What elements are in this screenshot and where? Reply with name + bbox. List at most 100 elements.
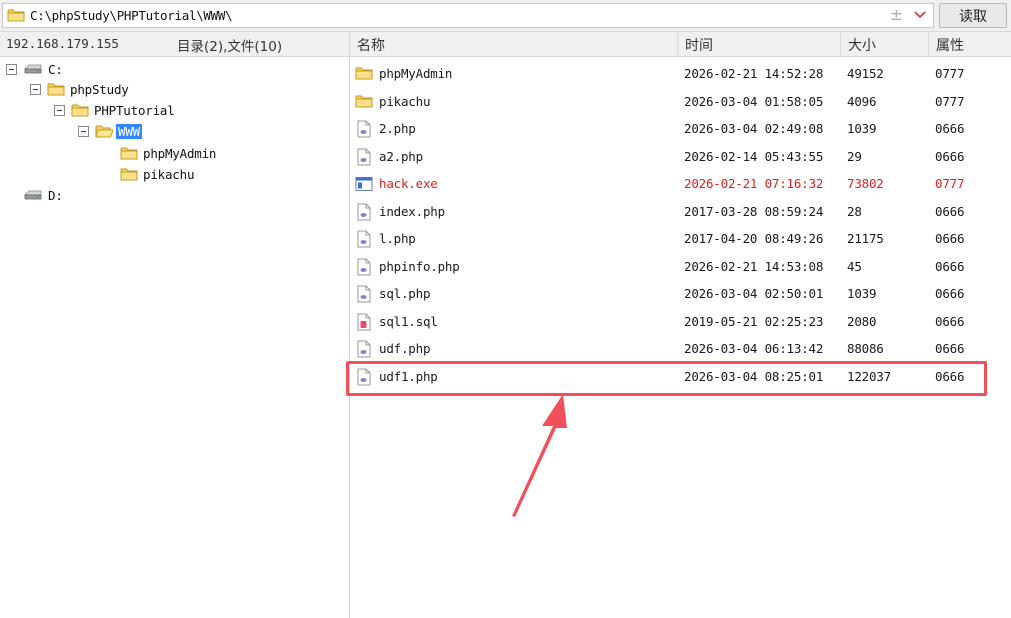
plus-minus-icon[interactable]: ± <box>890 6 903 24</box>
php-file-icon <box>357 203 371 220</box>
file-name: pikachu <box>379 94 431 109</box>
file-attr: 0666 <box>935 259 965 274</box>
file-time: 2026-02-21 14:52:28 <box>684 66 824 81</box>
tree-label: pikachu <box>143 166 195 182</box>
file-row[interactable]: a2.php 2026-02-14 05:43:55 29 0666 <box>350 143 1011 170</box>
tree-node-drive-c[interactable]: C: <box>6 59 63 79</box>
file-name-cell: l.php <box>355 225 416 252</box>
file-name-cell: sql1.sql <box>355 308 438 335</box>
tree-label: PHPTutorial <box>94 102 175 118</box>
file-row[interactable]: phpinfo.php 2026-02-21 14:53:08 45 0666 <box>350 253 1011 280</box>
folder-icon <box>355 95 373 108</box>
tree-label: C: <box>48 61 63 77</box>
file-row[interactable]: index.php 2017-03-28 08:59:24 28 0666 <box>350 198 1011 225</box>
tree-label: D: <box>48 187 63 203</box>
file-time: 2026-03-04 01:58:05 <box>684 94 824 109</box>
file-name-cell: index.php <box>355 198 445 225</box>
tree-node-pikachu[interactable]: pikachu <box>120 164 194 184</box>
file-row[interactable]: l.php 2017-04-20 08:49:26 21175 0666 <box>350 225 1011 252</box>
column-header-time[interactable]: 时间 <box>678 32 841 57</box>
file-time: 2026-02-21 07:16:32 <box>684 176 824 191</box>
file-name-cell: phpinfo.php <box>355 253 460 280</box>
file-name-cell: sql.php <box>355 280 430 307</box>
file-name: index.php <box>379 204 445 219</box>
ip-address: 192.168.179.155 <box>6 36 119 51</box>
php-file-icon <box>357 120 371 137</box>
column-header-name[interactable]: 名称 <box>350 32 678 57</box>
file-attr: 0777 <box>935 176 965 191</box>
file-row[interactable]: 2.php 2026-03-04 02:49:08 1039 0666 <box>350 115 1011 142</box>
file-size: 1039 <box>847 286 877 301</box>
tree-label-selected: WWW <box>116 123 142 139</box>
file-name-cell: hack.exe <box>355 170 438 197</box>
highlight-box <box>346 361 987 396</box>
tree-label: phpStudy <box>70 81 129 97</box>
annotation-arrow <box>512 394 567 517</box>
tree-node-phptutorial[interactable]: PHPTutorial <box>54 100 175 120</box>
file-name: sql.php <box>379 286 431 301</box>
file-size: 2080 <box>847 314 877 329</box>
column-header-size[interactable]: 大小 <box>841 32 929 57</box>
file-time: 2017-03-28 08:59:24 <box>684 204 824 219</box>
path-input[interactable]: C:\phpStudy\PHPTutorial\WWW\ ± <box>2 3 934 28</box>
file-size: 45 <box>847 259 862 274</box>
left-info-bar: 192.168.179.155 目录(2),文件(10) <box>0 32 349 57</box>
file-row[interactable]: sql.php 2026-03-04 02:50:01 1039 0666 <box>350 280 1011 307</box>
file-attr: 0777 <box>935 66 965 81</box>
file-list-header: 名称 时间 大小 属性 <box>350 32 1011 57</box>
file-time: 2026-02-21 14:53:08 <box>684 259 824 274</box>
exe-file-icon <box>355 176 373 191</box>
file-name: udf.php <box>379 341 431 356</box>
collapse-icon[interactable] <box>78 125 89 137</box>
drive-icon <box>24 190 42 200</box>
file-name-cell: a2.php <box>355 143 423 170</box>
file-name: hack.exe <box>379 176 438 191</box>
file-row[interactable]: udf.php 2026-03-04 06:13:42 88086 0666 <box>350 335 1011 362</box>
file-time: 2026-03-04 02:49:08 <box>684 121 824 136</box>
file-row[interactable]: sql1.sql 2019-05-21 02:25:23 2080 0666 <box>350 308 1011 335</box>
file-attr: 0666 <box>935 121 965 136</box>
file-row[interactable]: phpMyAdmin 2026-02-21 14:52:28 49152 0777 <box>350 60 1011 87</box>
collapse-icon[interactable] <box>54 104 65 116</box>
file-attr: 0777 <box>935 94 965 109</box>
open-folder-icon <box>95 125 113 137</box>
file-name: phpinfo.php <box>379 259 460 274</box>
folder-icon <box>71 104 89 116</box>
file-name: sql1.sql <box>379 314 438 329</box>
php-file-icon <box>357 148 371 165</box>
directory-tree: C: phpStudy PHPTutorial WWW phpMyAdmin p… <box>0 57 349 618</box>
file-name-cell: pikachu <box>355 88 430 115</box>
file-attr: 0666 <box>935 231 965 246</box>
file-name-cell: udf.php <box>355 335 430 362</box>
column-header-label: 属性 <box>936 37 964 54</box>
file-size: 49152 <box>847 66 884 81</box>
tree-node-phpmyadmin[interactable]: phpMyAdmin <box>120 143 216 163</box>
column-header-label: 时间 <box>685 37 713 54</box>
file-row[interactable]: hack.exe 2026-02-21 07:16:32 73802 0777 <box>350 170 1011 197</box>
file-time: 2026-03-04 02:50:01 <box>684 286 824 301</box>
chevron-down-icon[interactable] <box>913 8 927 22</box>
file-attr: 0666 <box>935 286 965 301</box>
file-name-cell: phpMyAdmin <box>355 60 452 87</box>
file-size: 88086 <box>847 341 884 356</box>
php-file-icon <box>357 230 371 247</box>
php-file-icon <box>357 258 371 275</box>
file-name-cell: 2.php <box>355 115 416 142</box>
file-size: 28 <box>847 204 862 219</box>
drive-icon <box>24 64 42 74</box>
file-name: phpMyAdmin <box>379 66 453 81</box>
tree-node-drive-d[interactable]: D: <box>23 185 63 205</box>
column-header-label: 大小 <box>848 37 876 54</box>
column-header-attr[interactable]: 属性 <box>929 32 1011 57</box>
collapse-icon[interactable] <box>30 83 41 95</box>
file-row[interactable]: pikachu 2026-03-04 01:58:05 4096 0777 <box>350 88 1011 115</box>
tree-node-phpstudy[interactable]: phpStudy <box>30 79 129 99</box>
read-button[interactable]: 读取 <box>939 3 1007 28</box>
collapse-icon[interactable] <box>6 63 17 75</box>
tree-node-www[interactable]: WWW <box>78 121 142 141</box>
file-time: 2019-05-21 02:25:23 <box>684 314 824 329</box>
file-size: 1039 <box>847 121 877 136</box>
file-time: 2026-02-14 05:43:55 <box>684 149 824 164</box>
file-size: 21175 <box>847 231 884 246</box>
file-size: 4096 <box>847 94 877 109</box>
